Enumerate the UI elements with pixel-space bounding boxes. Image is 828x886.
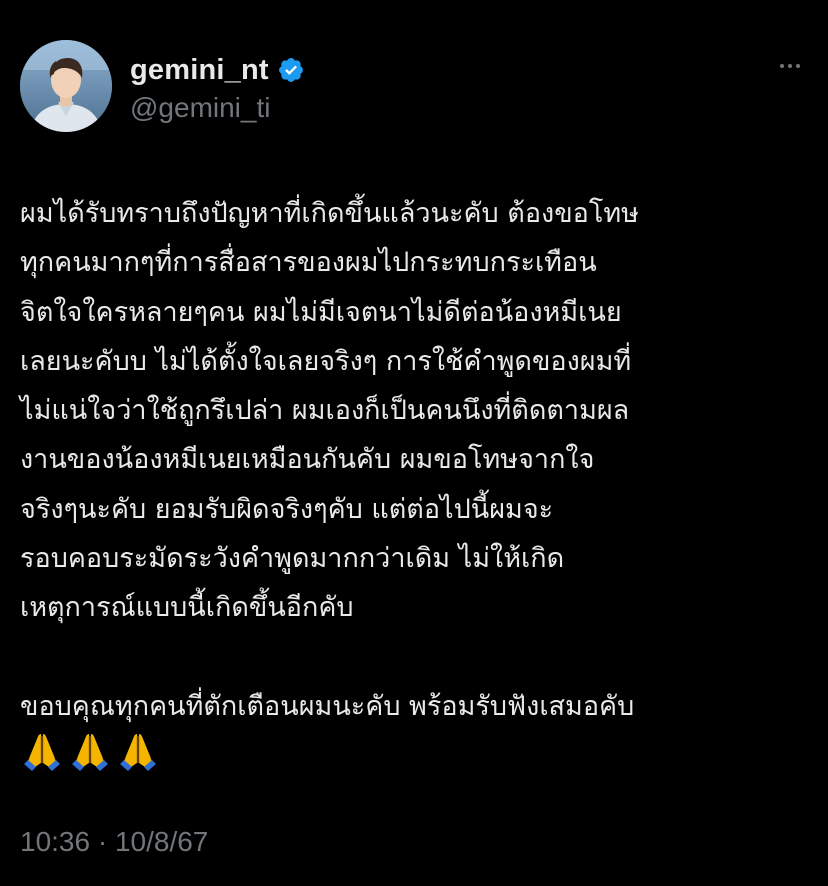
avatar[interactable] (20, 40, 112, 132)
tweet-line: จิตใจใครหลายๆคน ผมไม่มีเจตนาไม่ดีต่อน้อง… (20, 296, 622, 328)
tweet-line: เลยนะคับบ ไม่ได้ตั้งใจเลยจริงๆ การใช้คำพ… (20, 345, 632, 377)
tweet-line: ไม่แน่ใจว่าใช้ถูกรึเปล่า ผมเองก็เป็นคนนึ… (20, 395, 630, 427)
tweet-text: ผมได้รับทราบถึงปัญหาที่เกิดขึ้นแล้วนะคับ… (20, 189, 810, 731)
tweet-card: gemini_nt @gemini_ti ผมได้รับทราบถึงปัญห… (0, 0, 828, 886)
tweet-timestamp[interactable]: 10:36 · 10/8/67 (20, 826, 208, 858)
tweet-line: รอบคอบระมัดระวังคำพูดมากกว่าเดิม ไม่ให้เ… (20, 543, 565, 575)
tweet-line: ผมได้รับทราบถึงปัญหาที่เกิดขึ้นแล้วนะคับ… (20, 198, 639, 229)
display-name[interactable]: gemini_nt (130, 54, 269, 87)
folded-hands-icon (72, 734, 108, 771)
tweet-line: งานของน้องหมีเนยเหมือนกันคับ ผมขอโทษจากใ… (20, 444, 595, 476)
profile-photo (20, 40, 112, 132)
more-options-button[interactable] (774, 52, 806, 80)
verified-badge-icon (278, 58, 303, 82)
tweet-line: ทุกคนมากๆที่การสื่อสารของผมไปกระทบกระเทื… (20, 247, 597, 279)
tweet-line: เหตุการณ์แบบนี้เกิดขึ้นอีกคับ (20, 592, 354, 624)
folded-hands-icon (120, 734, 156, 771)
tweet-line: จริงๆนะคับ ยอมรับผิดจริงๆคับ แต่ต่อไปนี้… (20, 493, 554, 525)
more-horizontal-icon (780, 64, 784, 68)
author-handle[interactable]: @gemini_ti (130, 92, 270, 124)
folded-hands-icon (24, 734, 60, 771)
author-name-row[interactable]: gemini_nt (130, 52, 305, 88)
emoji-row (20, 728, 160, 772)
tweet-closing-line: ขอบคุณทุกคนที่ตักเตือนผมนะคับ พร้อมรับฟั… (20, 690, 635, 722)
